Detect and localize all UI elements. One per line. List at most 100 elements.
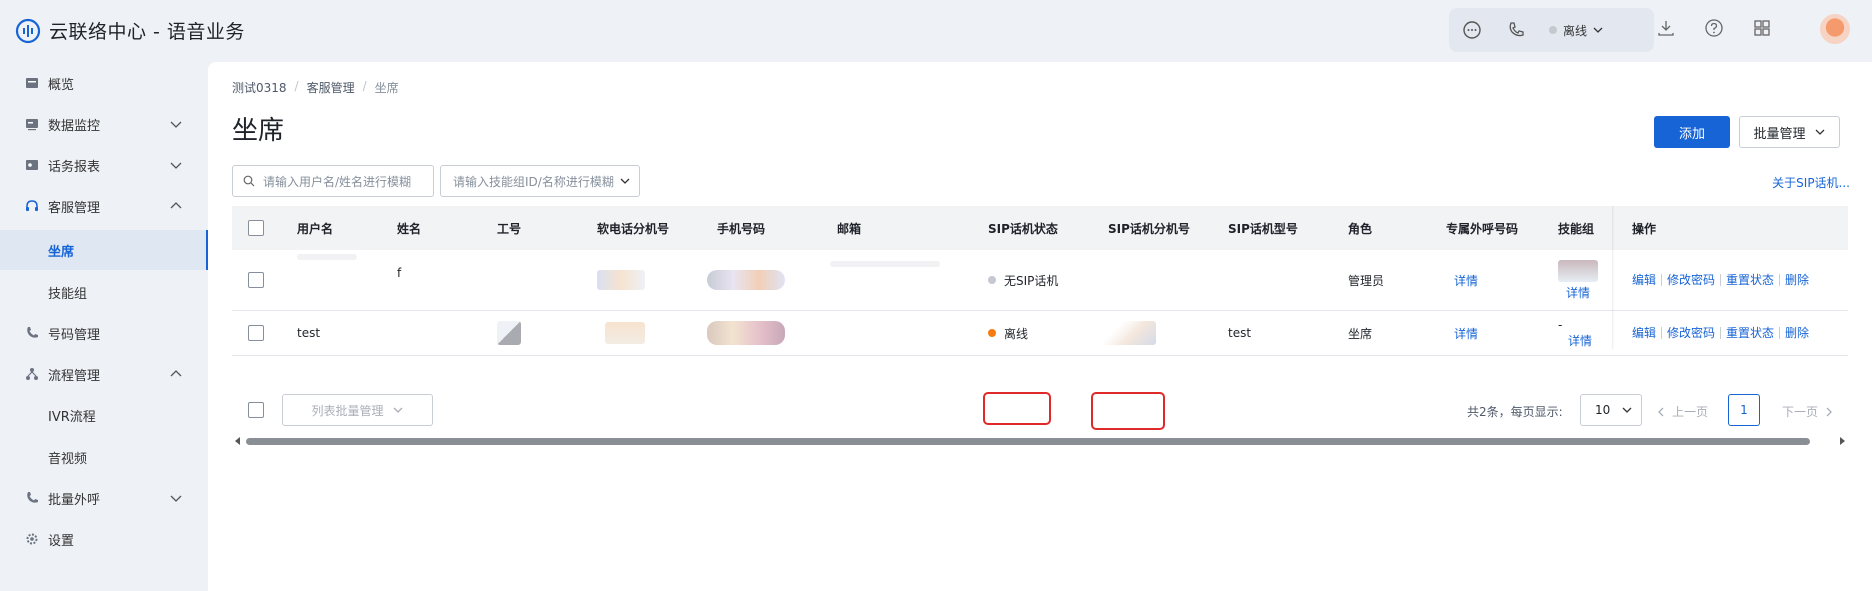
chevron-down-icon [393, 407, 402, 413]
sidebar-item-call-report[interactable]: 话务报表 [0, 145, 208, 185]
sidebar-item-label: 批量外呼 [48, 492, 101, 508]
page-number-current[interactable]: 1 [1728, 394, 1760, 426]
flow-icon [24, 366, 40, 382]
edit-link[interactable]: 编辑 [1632, 274, 1663, 286]
sidebar-item-data-monitor[interactable]: 数据监控 [0, 104, 208, 144]
sip-status-value: 无SIP话机 [1004, 273, 1059, 288]
col-sip-model: SIP话机型号 [1228, 221, 1298, 236]
chevron-down-icon [170, 121, 182, 128]
user-avatar[interactable] [1820, 14, 1850, 44]
checkbox[interactable] [248, 402, 264, 418]
skill-group-select[interactable]: 请输入技能组ID/名称进行模糊 [440, 165, 640, 197]
status-dot [988, 329, 996, 337]
sidebar-item-label: 话务报表 [48, 159, 101, 175]
delete-link[interactable]: 删除 [1780, 274, 1814, 286]
app-grid-icon[interactable] [1751, 16, 1773, 40]
select-all-checkbox[interactable] [248, 206, 264, 250]
edit-link[interactable]: 编辑 [1632, 327, 1663, 339]
skill-details-link[interactable]: 详情 [1566, 284, 1590, 301]
batch-manage-button[interactable]: 批量管理 [1739, 116, 1840, 148]
top-right-actions [1655, 16, 1773, 40]
about-sip-link[interactable]: 关于SIP话机... [1772, 174, 1850, 191]
redacted-blur [605, 322, 645, 344]
user-search-input[interactable]: 请输入用户名/姓名进行模糊 [232, 165, 434, 197]
chevron-down-icon [1815, 129, 1824, 135]
outbound-details-link[interactable]: 详情 [1454, 250, 1478, 310]
sidebar-item-customer-service[interactable]: 客服管理 [0, 186, 208, 226]
scroll-left-icon[interactable] [234, 437, 242, 445]
scroll-right-icon[interactable] [1838, 437, 1846, 445]
col-role: 角色 [1348, 221, 1373, 236]
help-icon[interactable] [1703, 16, 1725, 40]
horizontal-scrollbar[interactable] [232, 435, 1848, 447]
add-button[interactable]: 添加 [1654, 116, 1730, 148]
checkbox[interactable] [248, 272, 264, 288]
chat-icon[interactable] [1461, 19, 1483, 41]
sidebar-item-label: 技能组 [48, 286, 88, 302]
role-cell: 坐席 [1348, 326, 1373, 341]
next-page-label: 下一页 [1782, 405, 1819, 419]
reset-status-link[interactable]: 重置状态 [1721, 327, 1781, 339]
status-dot [1549, 26, 1557, 34]
status-label: 离线 [1563, 23, 1588, 38]
app-logo[interactable]: 云联络中心 - 语音业务 [15, 17, 245, 44]
scrollbar-thumb[interactable] [246, 438, 1810, 445]
sidebar-item-label: 坐席 [48, 244, 75, 260]
reset-status-link[interactable]: 重置状态 [1721, 274, 1781, 286]
skill-details-link[interactable]: 详情 [1568, 332, 1592, 349]
sidebar-item-batch-outbound[interactable]: 批量外呼 [0, 478, 208, 518]
download-icon[interactable] [1655, 16, 1677, 40]
sidebar-item-agents[interactable]: 坐席 [0, 230, 208, 270]
col-employee-id: 工号 [497, 221, 522, 236]
sidebar-item-skill-group[interactable]: 技能组 [0, 272, 208, 312]
sidebar-item-number-management[interactable]: 号码管理 [0, 313, 208, 353]
next-page-button[interactable]: 下一页 [1782, 403, 1834, 420]
page-size-value: 10 [1595, 403, 1611, 417]
headset-logo-icon [15, 18, 41, 43]
username-cell: test [297, 326, 321, 340]
checkbox[interactable] [248, 220, 264, 236]
batch-manage-label: 批量管理 [1753, 126, 1806, 142]
overview-icon [24, 75, 40, 91]
breadcrumb-item[interactable]: 客服管理 [307, 79, 355, 96]
checkbox[interactable] [248, 325, 264, 341]
phone-icon [24, 325, 40, 341]
sidebar-item-ivr-flow[interactable]: IVR流程 [0, 395, 208, 435]
change-password-link[interactable]: 修改密码 [1662, 274, 1722, 286]
highlight-box-sip-ext [1091, 392, 1165, 430]
row-checkbox[interactable] [248, 311, 264, 355]
sidebar-item-label: 号码管理 [48, 327, 101, 343]
agent-status-dropdown[interactable]: 离线 [1549, 22, 1603, 39]
breadcrumb-separator: / [294, 79, 299, 93]
redacted-blur [297, 254, 357, 260]
redacted-blur [707, 321, 785, 345]
change-password-link[interactable]: 修改密码 [1662, 327, 1722, 339]
breadcrumb-current: 坐席 [374, 81, 399, 95]
outbound-details-link[interactable]: 详情 [1454, 311, 1478, 355]
sidebar-item-audio-video[interactable]: 音视频 [0, 437, 208, 477]
status-dot [988, 276, 996, 284]
user-search-placeholder: 请输入用户名/姓名进行模糊 [263, 174, 412, 189]
sidebar-item-overview[interactable]: 概览 [0, 63, 208, 103]
sidebar-item-label: 流程管理 [48, 368, 101, 384]
sidebar-item-flow-management[interactable]: 流程管理 [0, 354, 208, 394]
sidebar-item-settings[interactable]: 设置 [0, 519, 208, 559]
sip-status-cell: 无SIP话机 [988, 250, 1058, 310]
chevron-left-icon [1658, 407, 1664, 416]
chevron-down-icon [1622, 407, 1632, 413]
list-batch-manage-label: 列表批量管理 [311, 403, 384, 418]
list-batch-manage-button[interactable]: 列表批量管理 [282, 394, 433, 426]
sidebar-item-label: 概览 [48, 77, 75, 93]
breadcrumb-item[interactable]: 测试0318 [232, 79, 287, 96]
headset-icon [24, 198, 40, 214]
delete-link[interactable]: 删除 [1780, 327, 1814, 339]
footer-select-all[interactable] [248, 402, 264, 418]
highlight-box-sip-status [983, 392, 1051, 425]
report-icon [24, 157, 40, 173]
row-checkbox[interactable] [248, 250, 264, 310]
phone-icon[interactable] [1505, 19, 1527, 41]
page-title: 坐席 [232, 116, 285, 146]
prev-page-label: 上一页 [1672, 405, 1709, 419]
page-size-select[interactable]: 10 [1580, 394, 1642, 426]
prev-page-button[interactable]: 上一页 [1656, 403, 1708, 420]
